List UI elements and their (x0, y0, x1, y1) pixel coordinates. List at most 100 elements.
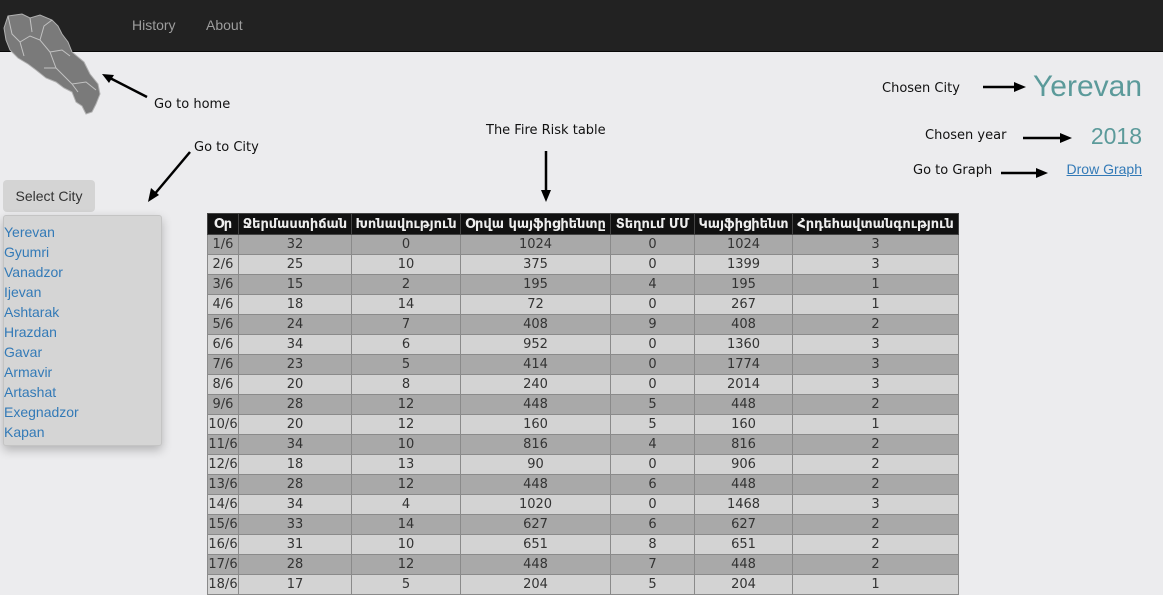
table-cell: 2 (792, 514, 959, 535)
table-cell: 2 (792, 314, 959, 335)
table-cell: 10 (351, 534, 461, 555)
table-row: 9/6 28 12 448 5 448 2 (207, 394, 959, 415)
table-cell: 20 (238, 374, 352, 395)
table-cell: 448 (460, 554, 611, 575)
table-cell: 34 (238, 434, 352, 455)
table-row: 18/6 17 5 204 5 204 1 (207, 574, 959, 595)
table-cell: 267 (694, 294, 793, 315)
table-cell: 4 (610, 434, 695, 455)
chosen-city-annotation: Chosen City (882, 81, 960, 96)
header-fire-risk: Հրդեհավտանգություն (792, 213, 959, 235)
table-cell: 414 (460, 354, 611, 375)
table-cell: 195 (460, 274, 611, 295)
city-item-gavar[interactable]: Gavar (4, 343, 161, 363)
city-item-yerevan[interactable]: Yerevan (4, 223, 161, 243)
table-row: 1/6 32 0 1024 0 1024 3 (207, 234, 959, 255)
table-cell: 90 (460, 454, 611, 475)
table-cell: 9 (610, 314, 695, 335)
table-cell: 8 (610, 534, 695, 555)
table-cell: 24 (238, 314, 352, 335)
table-cell: 6/6 (207, 334, 239, 355)
table-row: 3/6 15 2 195 4 195 1 (207, 274, 959, 295)
table-cell: 9/6 (207, 394, 239, 415)
table-cell: 1 (792, 294, 959, 315)
nav-history-link[interactable]: History (132, 17, 176, 33)
table-cell: 1024 (694, 234, 793, 255)
draw-graph-link[interactable]: Drow Graph (1067, 161, 1142, 177)
table-cell: 8/6 (207, 374, 239, 395)
table-cell: 2 (792, 394, 959, 415)
table-cell: 3 (792, 374, 959, 395)
city-item-ashtarak[interactable]: Ashtarak (4, 303, 161, 323)
table-cell: 5 (610, 414, 695, 435)
table-row: 13/6 28 12 448 6 448 2 (207, 474, 959, 495)
arrow-to-city-icon (148, 151, 191, 202)
city-item-hrazdan[interactable]: Hrazdan (4, 323, 161, 343)
table-cell: 18 (238, 454, 352, 475)
table-cell: 1468 (694, 494, 793, 515)
table-cell: 7/6 (207, 354, 239, 375)
top-navbar: History About (0, 0, 1163, 52)
city-dropdown-list: Yerevan Gyumri Vanadzor Ijevan Ashtarak … (3, 215, 162, 446)
table-cell: 13 (351, 454, 461, 475)
table-cell: 12 (351, 394, 461, 415)
city-item-armavir[interactable]: Armavir (4, 363, 161, 383)
city-item-gyumri[interactable]: Gyumri (4, 243, 161, 263)
table-cell: 448 (694, 474, 793, 495)
nav-about-link[interactable]: About (206, 17, 243, 33)
fire-risk-table-annotation: The Fire Risk table (486, 123, 606, 138)
table-row: 17/6 28 12 448 7 448 2 (207, 554, 959, 575)
table-cell: 12 (351, 474, 461, 495)
arrow-to-graph-icon (1001, 168, 1048, 178)
table-cell: 448 (694, 394, 793, 415)
table-cell: 33 (238, 514, 352, 535)
table-cell: 0 (351, 234, 461, 255)
select-city-button[interactable]: Select City (3, 180, 95, 212)
table-cell: 7 (610, 554, 695, 575)
table-cell: 816 (460, 434, 611, 455)
table-cell: 240 (460, 374, 611, 395)
arrow-to-home-icon (102, 74, 148, 99)
table-cell: 17/6 (207, 554, 239, 575)
table-cell: 32 (238, 234, 352, 255)
table-cell: 195 (694, 274, 793, 295)
table-cell: 1 (792, 574, 959, 595)
chosen-city-title: Yerevan (1033, 70, 1142, 103)
table-cell: 17 (238, 574, 352, 595)
table-cell: 12/6 (207, 454, 239, 475)
table-row: 2/6 25 10 375 0 1399 3 (207, 254, 959, 275)
table-cell: 2 (792, 474, 959, 495)
go-home-annotation: Go to home (154, 97, 231, 112)
table-cell: 0 (610, 254, 695, 275)
table-cell: 627 (694, 514, 793, 535)
go-city-annotation: Go to City (194, 140, 259, 155)
table-row: 8/6 20 8 240 0 2014 3 (207, 374, 959, 395)
city-item-artashat[interactable]: Artashat (4, 383, 161, 403)
table-cell: 3 (792, 234, 959, 255)
table-cell: 12 (351, 554, 461, 575)
table-cell: 0 (610, 454, 695, 475)
table-header-row: Օր Ջերմաստիճան Խոնավություն Օրվա կայֆիցի… (207, 213, 959, 235)
table-cell: 14/6 (207, 494, 239, 515)
city-item-kapan[interactable]: Kapan (4, 423, 161, 443)
table-cell: 3 (792, 254, 959, 275)
table-cell: 6 (610, 474, 695, 495)
table-cell: 4/6 (207, 294, 239, 315)
city-item-exegnadzor[interactable]: Exegnadzor (4, 403, 161, 423)
table-cell: 18/6 (207, 574, 239, 595)
table-cell: 13/6 (207, 474, 239, 495)
header-humidity: Խոնավություն (351, 213, 461, 235)
table-cell: 1 (792, 414, 959, 435)
city-item-ijevan[interactable]: Ijevan (4, 283, 161, 303)
table-cell: 18 (238, 294, 352, 315)
table-cell: 3 (792, 494, 959, 515)
armenia-map-home-logo[interactable] (0, 12, 106, 116)
city-item-vanadzor[interactable]: Vanadzor (4, 263, 161, 283)
table-cell: 651 (694, 534, 793, 555)
table-cell: 627 (460, 514, 611, 535)
table-cell: 10 (351, 434, 461, 455)
table-cell: 408 (460, 314, 611, 335)
go-graph-annotation: Go to Graph (913, 163, 993, 178)
table-cell: 28 (238, 474, 352, 495)
arrow-to-chosen-city-icon (983, 82, 1026, 92)
